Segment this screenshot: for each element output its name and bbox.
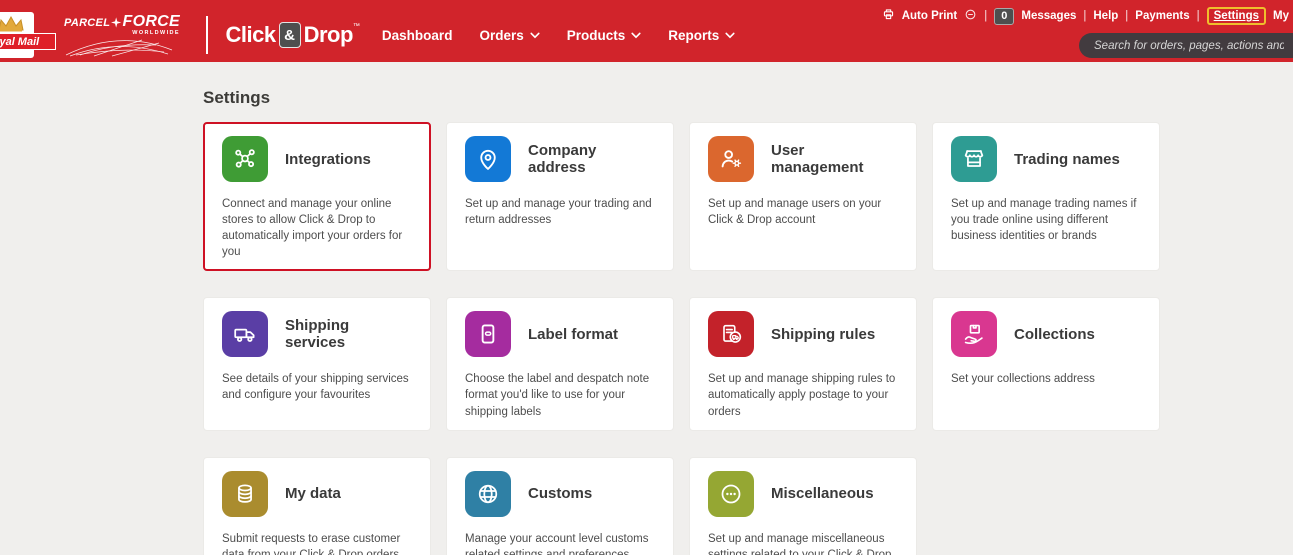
card-title: Collections <box>1014 326 1095 343</box>
card-description: Set up and manage shipping rules to auto… <box>708 371 898 419</box>
header-divider <box>206 16 208 54</box>
settings-card-user-management[interactable]: User management Set up and manage users … <box>689 122 917 271</box>
database-icon <box>222 471 268 517</box>
nav-reports[interactable]: Reports <box>668 28 735 43</box>
app-header: Auto Print | 0 Messages | Help | Payment… <box>0 0 1293 62</box>
crown-icon <box>0 15 26 32</box>
main-nav: Dashboard Orders Products Reports <box>382 28 735 43</box>
card-description: Set up and manage miscellaneous settings… <box>708 531 898 555</box>
card-title: Integrations <box>285 151 371 168</box>
ellipsis-circle-icon <box>708 471 754 517</box>
card-description: Set up and manage your trading and retur… <box>465 196 655 228</box>
parcelforce-logo: PARCEL FORCE WORLDWIDE <box>64 13 180 57</box>
card-description: Set up and manage users on your Click & … <box>708 196 898 228</box>
globe-icon <box>465 471 511 517</box>
settings-card-miscellaneous[interactable]: Miscellaneous Set up and manage miscella… <box>689 457 917 555</box>
card-description: Submit requests to erase customer data f… <box>222 531 412 555</box>
logo-ampersand-badge: & <box>279 22 301 48</box>
card-title: Miscellaneous <box>771 485 874 502</box>
location-pin-icon <box>465 136 511 182</box>
card-title: Trading names <box>1014 151 1120 168</box>
card-description: Set your collections address <box>951 371 1141 387</box>
nav-products[interactable]: Products <box>567 28 642 43</box>
nav-reports-label: Reports <box>668 28 719 43</box>
card-title: Shipping rules <box>771 326 875 343</box>
card-description: Choose the label and despatch note forma… <box>465 371 655 419</box>
nav-dashboard-label: Dashboard <box>382 28 453 43</box>
settings-card-shipping-rules[interactable]: Shipping rules Set up and manage shippin… <box>689 297 917 430</box>
storefront-icon <box>951 136 997 182</box>
parcelforce-force-text: FORCE <box>123 13 181 31</box>
card-description: See details of your shipping services an… <box>222 371 412 403</box>
royal-mail-banner: Royal Mail <box>0 33 56 50</box>
card-title: Label format <box>528 326 618 343</box>
parcelforce-parcel-text: PARCEL <box>64 17 110 29</box>
hand-package-icon <box>951 311 997 357</box>
global-search <box>1079 33 1293 58</box>
nav-products-label: Products <box>567 28 626 43</box>
royal-mail-logo: Royal Mail <box>0 12 34 58</box>
settings-card-shipping-services[interactable]: Shipping services See details of your sh… <box>203 297 431 430</box>
click-and-drop-logo[interactable]: Click & Drop ™ <box>226 22 360 48</box>
nav-orders-label: Orders <box>479 28 523 43</box>
search-input[interactable] <box>1094 40 1284 52</box>
logo-click-text: Click <box>226 22 276 48</box>
card-title: Customs <box>528 485 592 502</box>
document-truck-icon <box>708 311 754 357</box>
parcelforce-star-icon <box>111 17 121 28</box>
card-title: User management <box>771 142 898 176</box>
settings-card-label-format[interactable]: Label format Choose the label and despat… <box>446 297 674 430</box>
card-description: Manage your account level customs relate… <box>465 531 655 555</box>
chevron-down-icon <box>530 32 540 39</box>
settings-card-grid: Integrations Connect and manage your onl… <box>203 122 1160 555</box>
settings-card-company-address[interactable]: Company address Set up and manage your t… <box>446 122 674 271</box>
card-description: Connect and manage your online stores to… <box>222 196 412 260</box>
page-title: Settings <box>203 88 1293 108</box>
settings-card-my-data[interactable]: My data Submit requests to erase custome… <box>203 457 431 555</box>
integrations-icon <box>222 136 268 182</box>
card-title: My data <box>285 485 341 502</box>
globe-wireframe-icon <box>64 37 174 57</box>
logo-trademark: ™ <box>353 23 360 30</box>
card-title: Company address <box>528 142 655 176</box>
settings-card-integrations[interactable]: Integrations Connect and manage your onl… <box>203 122 431 271</box>
settings-card-collections[interactable]: Collections Set your collections address <box>932 297 1160 430</box>
royal-mail-wordmark: Royal Mail <box>0 36 39 48</box>
card-title: Shipping services <box>285 317 412 351</box>
card-description: Set up and manage trading names if you t… <box>951 196 1141 244</box>
truck-icon <box>222 311 268 357</box>
user-gear-icon <box>708 136 754 182</box>
settings-card-trading-names[interactable]: Trading names Set up and manage trading … <box>932 122 1160 271</box>
nav-dashboard[interactable]: Dashboard <box>382 28 453 43</box>
chevron-down-icon <box>631 32 641 39</box>
settings-page: Settings Integrations Connect and manage… <box>0 62 1293 555</box>
label-document-icon <box>465 311 511 357</box>
nav-orders[interactable]: Orders <box>479 28 539 43</box>
logo-drop-text: Drop <box>304 22 353 48</box>
chevron-down-icon <box>725 32 735 39</box>
settings-card-customs[interactable]: Customs Manage your account level custom… <box>446 457 674 555</box>
